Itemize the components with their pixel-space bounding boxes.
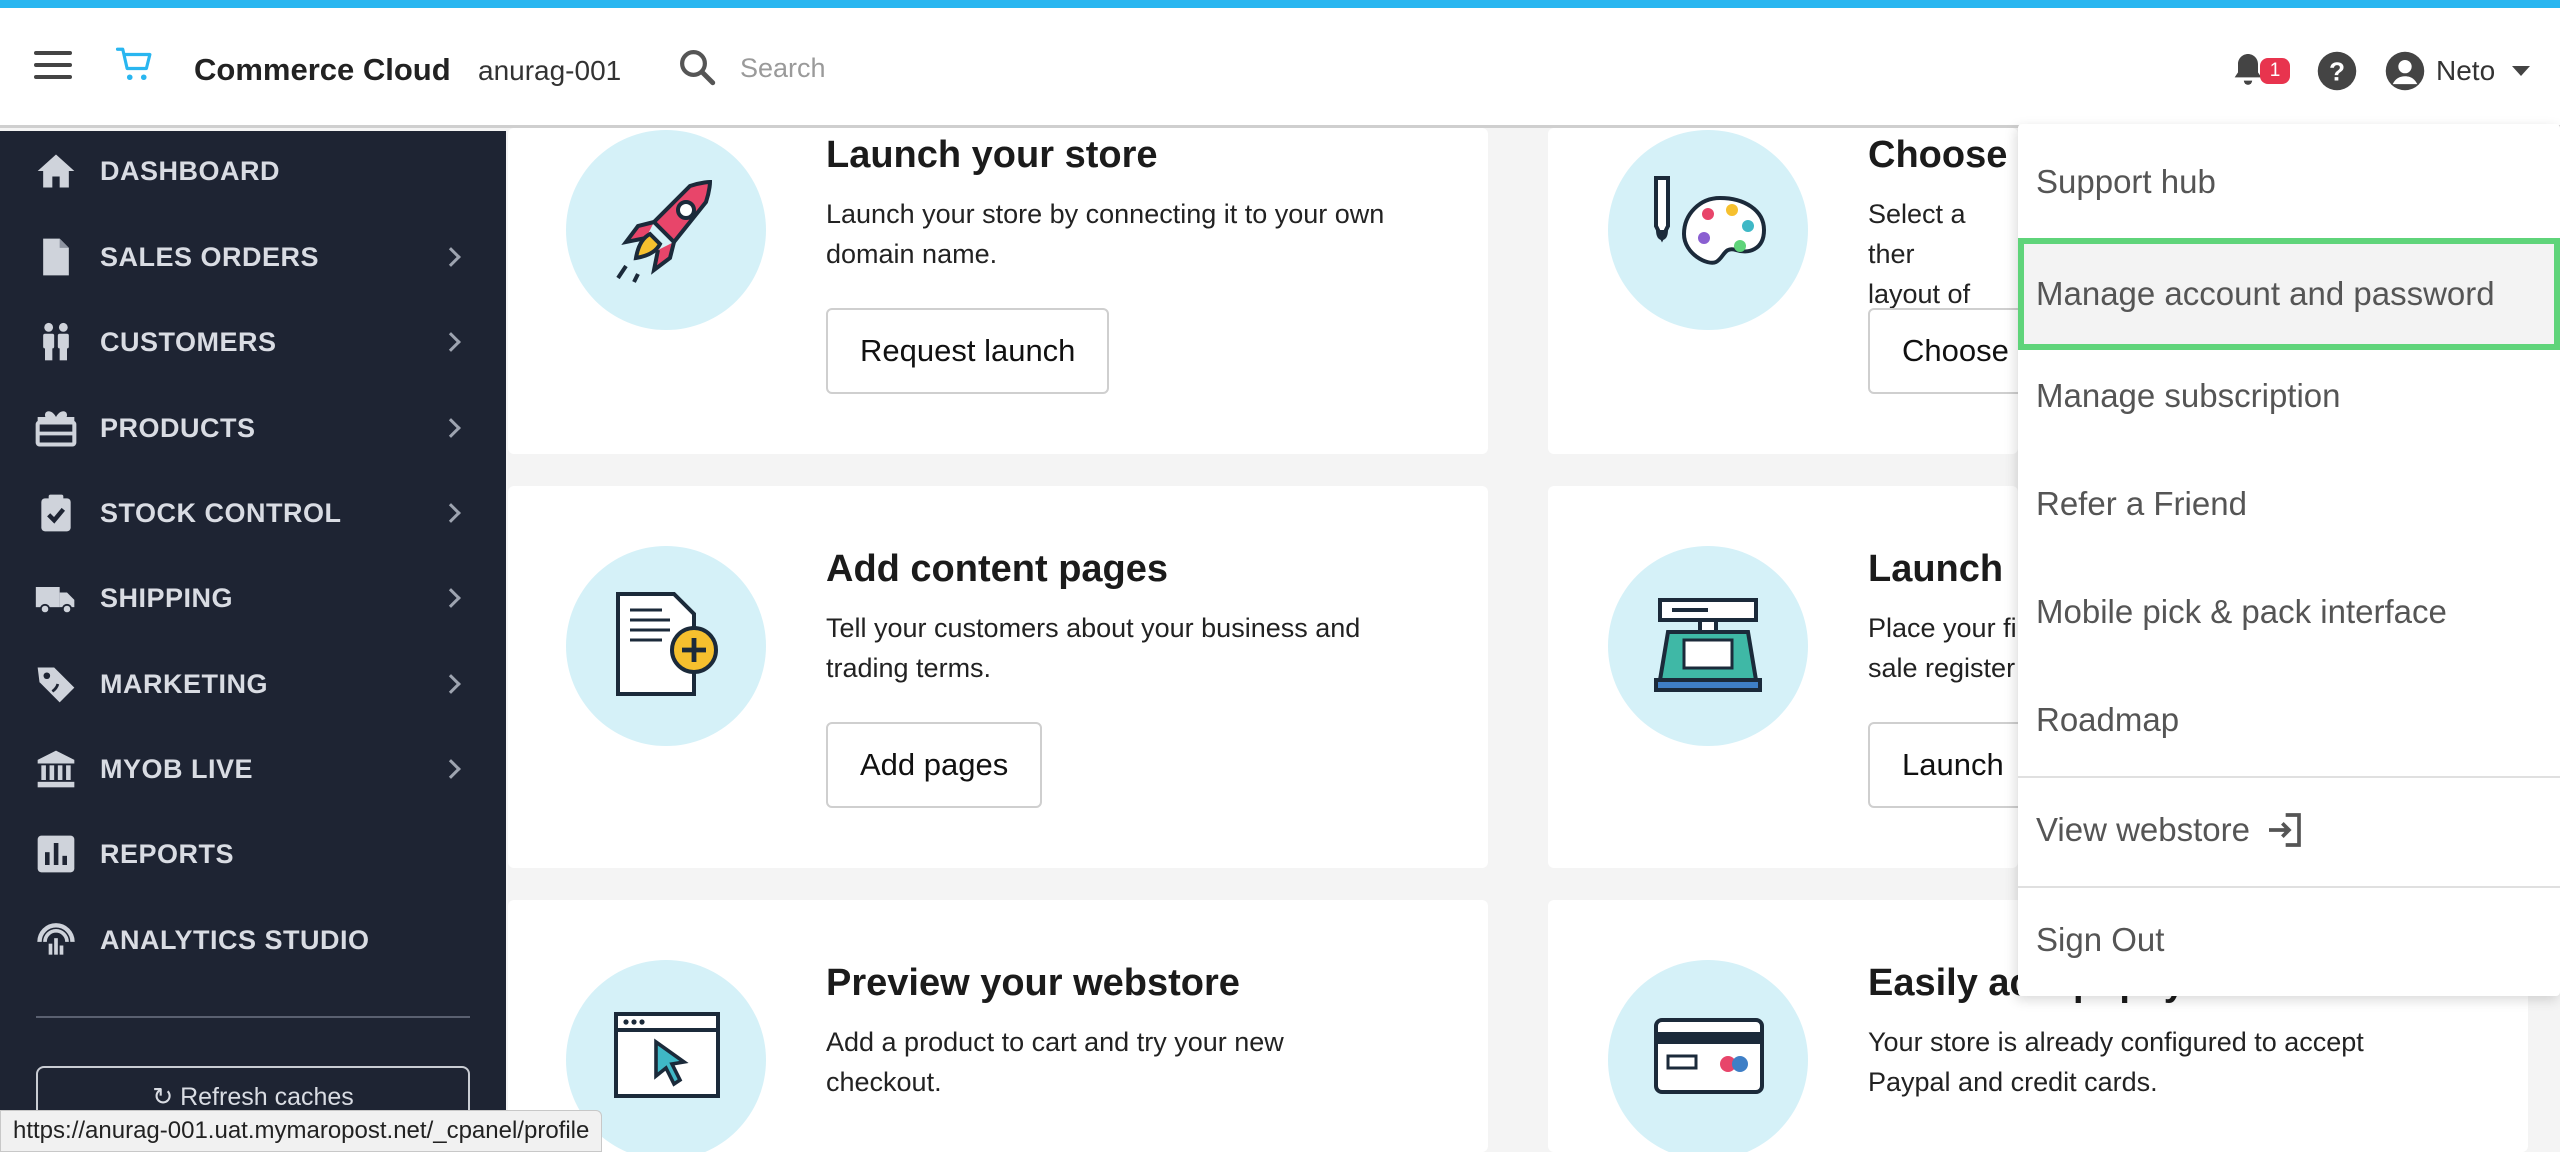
cart-icon[interactable] bbox=[114, 44, 156, 86]
refresh-caches-label: Refresh caches bbox=[180, 1083, 354, 1111]
chevron-right-icon bbox=[441, 588, 461, 608]
store-name: anurag-001 bbox=[478, 55, 622, 86]
sidebar-item-label: SHIPPING bbox=[100, 582, 234, 613]
paint-palette-icon bbox=[1654, 176, 1767, 265]
external-link-icon bbox=[2269, 813, 2301, 847]
svg-text:?: ? bbox=[2329, 57, 2345, 87]
search-input[interactable] bbox=[740, 46, 1240, 90]
sidebar-item-shipping[interactable]: SHIPPING bbox=[0, 558, 506, 638]
card-description: Launch your store by connecting it to yo… bbox=[826, 199, 1385, 269]
truck-icon bbox=[35, 587, 75, 615]
sidebar-item-label: STOCK CONTROL bbox=[100, 497, 342, 528]
sidebar-item-label: REPORTS bbox=[100, 838, 235, 869]
card-illustration bbox=[566, 546, 766, 746]
card-title: Add content pages bbox=[826, 548, 1169, 590]
chevron-right-icon bbox=[441, 674, 461, 694]
top-accent-bar bbox=[0, 0, 2560, 8]
card-illustration bbox=[1608, 960, 1808, 1152]
menu-item-sign-out[interactable]: Sign Out bbox=[2018, 890, 2560, 990]
gift-icon bbox=[35, 411, 77, 447]
sidebar-item-products[interactable]: PRODUCTS bbox=[0, 388, 506, 468]
credit-card-icon bbox=[1654, 1018, 1764, 1094]
card-title: Preview your webstore bbox=[826, 962, 1240, 1004]
people-icon bbox=[43, 322, 69, 361]
choose-theme-button[interactable]: Choose bbox=[1868, 308, 2043, 394]
card-title: Choose bbox=[1868, 134, 2008, 176]
bank-icon bbox=[37, 750, 75, 788]
sidebar-item-sales-orders[interactable]: SALES ORDERS bbox=[0, 217, 506, 297]
sidebar: DASHBOARD SALES ORDERS CUSTOMERS PRODUCT… bbox=[0, 131, 506, 1152]
sidebar-item-label: PRODUCTS bbox=[100, 412, 256, 443]
user-dropdown-menu: Support hub Manage account and password … bbox=[2018, 124, 2560, 996]
browser-cursor-icon bbox=[614, 1012, 720, 1098]
sidebar-item-customers[interactable]: CUSTOMERS bbox=[0, 302, 506, 382]
sidebar-item-myob-live[interactable]: MYOB LIVE bbox=[0, 729, 506, 809]
request-launch-button[interactable]: Request launch bbox=[826, 308, 1110, 394]
clipboard-check-icon bbox=[41, 494, 71, 532]
rocket-icon bbox=[616, 179, 713, 283]
sidebar-item-label: MYOB LIVE bbox=[100, 753, 254, 784]
user-name[interactable]: Neto bbox=[2436, 55, 2495, 87]
user-avatar-icon[interactable] bbox=[2384, 50, 2426, 92]
search-icon[interactable] bbox=[676, 46, 718, 88]
chevron-right-icon bbox=[441, 247, 461, 267]
menu-item-manage-account[interactable]: Manage account and password bbox=[2018, 238, 2560, 350]
sidebar-divider bbox=[36, 1016, 470, 1018]
sidebar-item-label: SALES ORDERS bbox=[100, 241, 320, 272]
menu-item-roadmap[interactable]: Roadmap bbox=[2018, 670, 2560, 770]
launch-pos-button[interactable]: Launch bbox=[1868, 722, 2038, 808]
sidebar-item-marketing[interactable]: MARKETING bbox=[0, 644, 506, 724]
chevron-right-icon bbox=[441, 418, 461, 438]
card-illustration bbox=[1608, 130, 1808, 330]
menu-item-refer-friend[interactable]: Refer a Friend bbox=[2018, 454, 2560, 554]
bar-chart-icon bbox=[37, 835, 75, 873]
view-webstore-label: View webstore bbox=[2036, 811, 2251, 848]
document-icon bbox=[43, 238, 69, 276]
sidebar-item-dashboard[interactable]: DASHBOARD bbox=[0, 131, 506, 211]
card-illustration bbox=[1608, 546, 1808, 746]
chevron-right-icon bbox=[441, 503, 461, 523]
card-illustration bbox=[566, 130, 766, 330]
card-choose-theme: Choose Select a therlayout of you Choose bbox=[1548, 128, 2043, 454]
card-launch-pos: Launch Place your fi sale register Launch bbox=[1548, 486, 2038, 868]
tag-icon bbox=[37, 667, 75, 703]
header: Commerce Cloud anurag-001 1 ? Neto bbox=[0, 8, 2560, 128]
card-preview-webstore: Preview your webstore Add a product to c… bbox=[508, 900, 1488, 1152]
app-title[interactable]: Commerce Cloud bbox=[194, 52, 451, 88]
menu-item-manage-subscription[interactable]: Manage subscription bbox=[2018, 346, 2560, 446]
card-description: Place your fi sale register bbox=[1868, 613, 2017, 683]
card-title: Launch your store bbox=[826, 134, 1158, 176]
notification-badge[interactable]: 1 bbox=[2260, 58, 2290, 84]
menu-item-support-hub[interactable]: Support hub bbox=[2018, 132, 2560, 232]
card-description: Add a product to cart and try your new ch… bbox=[826, 1027, 1284, 1097]
cash-register-icon bbox=[1654, 598, 1762, 692]
menu-divider bbox=[2018, 776, 2560, 778]
card-launch-store: Launch your store Launch your store by c… bbox=[508, 128, 1488, 454]
analytics-icon bbox=[37, 923, 75, 955]
help-icon[interactable]: ? bbox=[2316, 50, 2358, 92]
sidebar-item-label: CUSTOMERS bbox=[100, 326, 277, 357]
card-description: Tell your customers about your business … bbox=[826, 613, 1361, 683]
sidebar-item-label: MARKETING bbox=[100, 668, 268, 699]
sidebar-item-label: DASHBOARD bbox=[100, 155, 280, 186]
card-add-content-pages: Add content pages Tell your customers ab… bbox=[508, 486, 1488, 868]
add-page-icon bbox=[616, 592, 718, 696]
chevron-right-icon bbox=[441, 759, 461, 779]
chevron-right-icon bbox=[441, 332, 461, 352]
chevron-down-icon[interactable] bbox=[2512, 66, 2530, 76]
sidebar-item-label: ANALYTICS STUDIO bbox=[100, 924, 370, 955]
link-url-status-bar: https://anurag-001.uat.mymaropost.net/_c… bbox=[0, 1110, 603, 1152]
sidebar-item-reports[interactable]: REPORTS bbox=[0, 814, 506, 894]
home-icon bbox=[37, 154, 75, 188]
card-description: Your store is already configured to acce… bbox=[1868, 1027, 2364, 1097]
menu-item-view-webstore[interactable]: View webstore bbox=[2018, 780, 2560, 880]
add-pages-button[interactable]: Add pages bbox=[826, 722, 1043, 808]
menu-icon[interactable] bbox=[34, 51, 72, 81]
refresh-icon: ↻ bbox=[152, 1083, 181, 1111]
sidebar-item-analytics-studio[interactable]: ANALYTICS STUDIO bbox=[0, 900, 506, 980]
card-title: Launch bbox=[1868, 548, 2004, 590]
sidebar-item-stock-control[interactable]: STOCK CONTROL bbox=[0, 473, 506, 553]
menu-divider bbox=[2018, 886, 2560, 888]
menu-item-mobile-pick-pack[interactable]: Mobile pick & pack interface bbox=[2018, 562, 2560, 662]
